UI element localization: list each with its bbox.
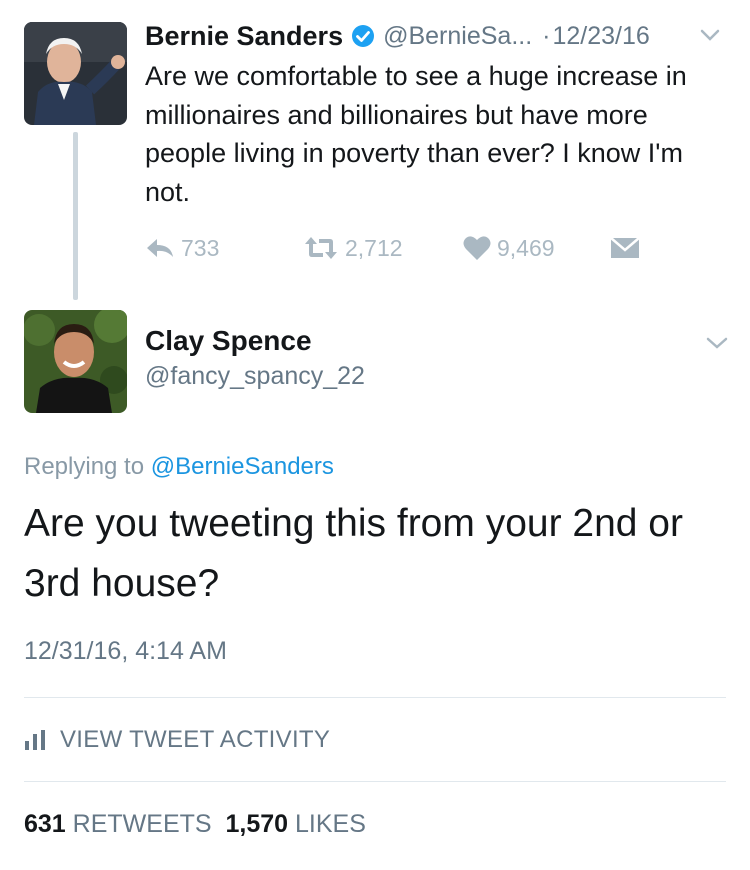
retweet-button[interactable]: 2,712: [303, 230, 403, 266]
retweets-stat[interactable]: 631 RETWEETS: [24, 810, 212, 838]
author-name[interactable]: Bernie Sanders: [145, 21, 343, 52]
direct-message-icon: [610, 237, 640, 258]
clay-spence-avatar[interactable]: [24, 310, 127, 413]
likes-count: 1,570: [225, 810, 289, 838]
reply-text: Are you tweeting this from your 2nd or 3…: [24, 502, 683, 605]
view-tweet-activity-button[interactable]: VIEW TWEET ACTIVITY: [24, 722, 330, 758]
tweet-header: Bernie Sanders @BernieSa... · 12/23/16: [145, 18, 728, 54]
reply-count: 733: [181, 234, 220, 261]
likes-label: LIKES: [295, 810, 366, 838]
chevron-down-icon[interactable]: [700, 28, 720, 42]
retweets-count: 631: [24, 810, 66, 838]
reply-icon: [147, 239, 173, 257]
view-tweet-activity-label: VIEW TWEET ACTIVITY: [60, 726, 331, 753]
author-handle[interactable]: @BernieSa...: [383, 22, 532, 51]
direct-message-button[interactable]: [610, 230, 646, 266]
separator-dot: ·: [542, 21, 551, 50]
bernie-avatar[interactable]: [24, 22, 127, 125]
tweet-text: Are we comfortable to see a huge increas…: [145, 61, 687, 207]
like-count: 9,469: [497, 234, 555, 261]
thread-connector-line: [73, 132, 78, 300]
reply-author-name[interactable]: Clay Spence: [145, 325, 312, 357]
reply-button[interactable]: 733: [145, 230, 219, 266]
verified-badge-icon: [352, 25, 375, 47]
retweet-icon: [305, 237, 337, 259]
replying-to-line: Replying to @BernieSanders: [24, 453, 334, 481]
replying-to-mention[interactable]: @BernieSanders: [151, 453, 334, 480]
reply-author-handle[interactable]: @fancy_spancy_22: [145, 362, 365, 391]
retweets-label: RETWEETS: [72, 810, 212, 838]
heart-icon: [463, 236, 491, 260]
chevron-down-icon[interactable]: [706, 336, 728, 350]
reply-timestamp: 12/31/16, 4:14 AM: [24, 637, 227, 665]
tweet-date[interactable]: 12/23/16: [552, 22, 649, 51]
like-button[interactable]: 9,469: [463, 230, 555, 266]
bar-chart-icon: [25, 730, 45, 750]
likes-stat[interactable]: 1,570 LIKES: [225, 810, 365, 838]
engagement-stats: 631 RETWEETS 1,570 LIKES: [24, 810, 366, 839]
tweet-actions: 733 2,712 9,469: [145, 230, 665, 266]
divider: [24, 781, 726, 782]
divider: [24, 697, 726, 698]
replying-to-prefix: Replying to: [24, 453, 145, 480]
retweet-count: 2,712: [345, 234, 403, 261]
